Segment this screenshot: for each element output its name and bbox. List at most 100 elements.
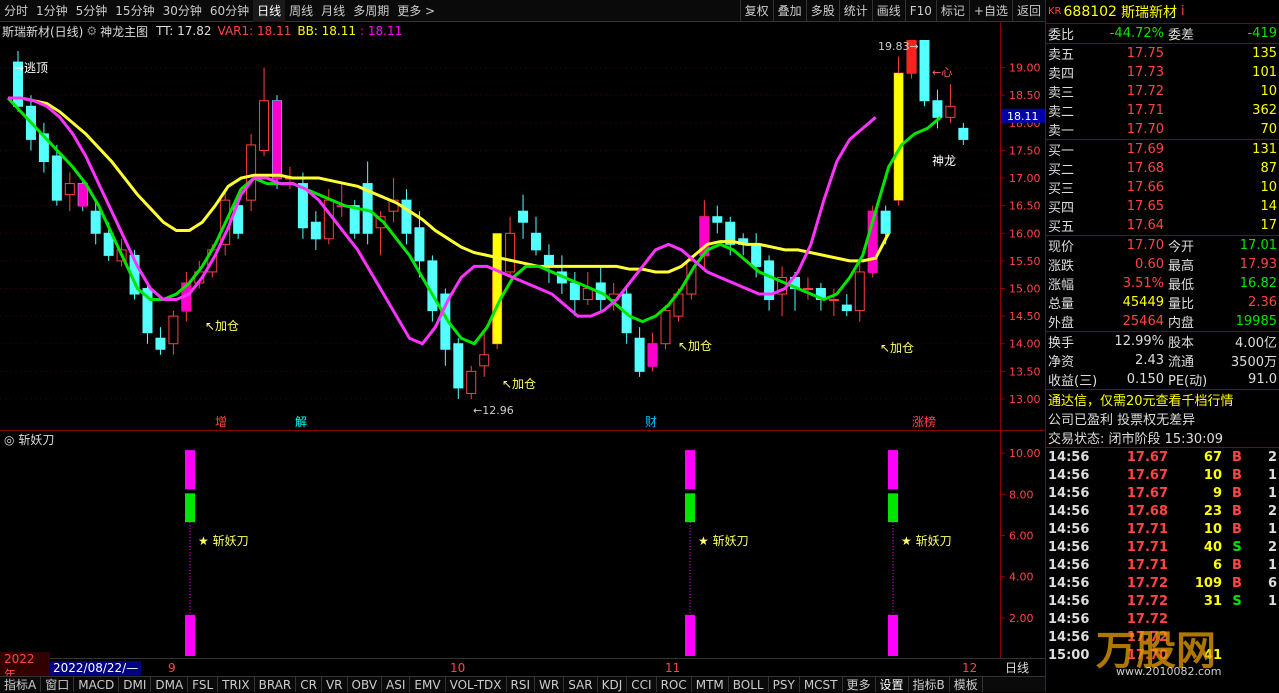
indicator-tab[interactable]: 指标B: [909, 677, 950, 692]
book-row[interactable]: 卖五 17.75 135: [1046, 44, 1279, 63]
tick-row: 14:56 17.71 40 S 2: [1046, 538, 1279, 556]
toolbar-button[interactable]: 统计: [838, 0, 872, 22]
weibi-value: -44.72%: [1109, 26, 1164, 41]
indicator-tab[interactable]: 窗口: [41, 677, 75, 692]
tick-count: 6: [1267, 575, 1277, 591]
indicator-tab[interactable]: VOL-TDX: [446, 677, 507, 692]
highlight-candle: [78, 183, 88, 207]
quote-value: 3.51%: [1122, 276, 1164, 291]
book-row[interactable]: 买三 17.66 10: [1046, 178, 1279, 197]
indicator-tab[interactable]: 更多: [843, 677, 876, 692]
period-tab[interactable]: 更多 >: [393, 0, 439, 22]
tick-side: B: [1232, 503, 1242, 519]
tick-price: 17.71: [1126, 539, 1168, 555]
toolbar-button[interactable]: F10: [904, 0, 936, 22]
month-label: 12: [962, 660, 978, 675]
indicator-tab[interactable]: KDJ: [598, 677, 628, 692]
indicator-tab[interactable]: PSY: [769, 677, 800, 692]
indicator-tab[interactable]: MTM: [692, 677, 729, 692]
period-tab[interactable]: 15分钟: [111, 0, 158, 22]
period-label[interactable]: 日线: [1005, 659, 1029, 676]
sub-indicator-chart[interactable]: ★ 斩妖刀 ★ 斩妖刀 ★ 斩妖刀: [0, 446, 1000, 656]
quote-row: 总量 45449 量比 2.36: [1046, 293, 1279, 312]
indicator-tab[interactable]: ASI: [382, 677, 411, 692]
high-price-label: 19.83→: [878, 40, 919, 53]
period-tab[interactable]: 分时: [0, 0, 32, 22]
period-tab[interactable]: 周线: [285, 0, 317, 22]
book-row[interactable]: 卖一 17.70 70: [1046, 120, 1279, 139]
weibi-label: 委比: [1048, 28, 1075, 43]
indicator-tab[interactable]: MCST: [800, 677, 843, 692]
toolbar-button[interactable]: 复权: [739, 0, 773, 22]
candle-body: [51, 155, 62, 201]
event-label: 增: [215, 415, 227, 429]
candle-body: [64, 183, 75, 196]
stock-code: 688102: [1063, 3, 1117, 20]
quote-value: 45449: [1122, 295, 1164, 310]
indicator-tab[interactable]: BOLL: [729, 677, 769, 692]
toolbar-button[interactable]: 标记: [935, 0, 969, 22]
tick-count: 1: [1267, 467, 1277, 483]
period-tab[interactable]: 30分钟: [159, 0, 206, 22]
book-row[interactable]: 卖二 17.71 362: [1046, 101, 1279, 120]
period-tab[interactable]: 月线: [317, 0, 349, 22]
book-price: 17.64: [1126, 218, 1164, 233]
indicator-tab[interactable]: 设置: [876, 677, 909, 692]
indicator-tab[interactable]: WR: [535, 677, 565, 692]
indicator-tab[interactable]: EMV: [410, 677, 446, 692]
indicator-tab[interactable]: DMA: [151, 677, 189, 692]
indicator-tab[interactable]: BRAR: [255, 677, 297, 692]
period-tab[interactable]: 多周期: [349, 0, 393, 22]
main-kline-chart[interactable]: →逃顶 ↖加仓 ↖加仓 ↖加仓 ↖加仓 19.83→ ←12.96 ←心神龙增 解 财 涨榜: [0, 40, 1000, 430]
book-row[interactable]: 买一 17.69 131: [1046, 140, 1279, 159]
toolbar-button[interactable]: 返回: [1011, 0, 1045, 22]
circle-icon[interactable]: ◎: [4, 433, 14, 447]
period-tab[interactable]: 日线: [253, 0, 286, 22]
tick-count: 1: [1267, 557, 1277, 573]
main-price-axis: 19.0018.5018.0017.5017.0016.5016.0015.50…: [1000, 22, 1045, 430]
indicator-tab[interactable]: 指标A: [0, 677, 42, 692]
candle-body: [155, 337, 166, 350]
toolbar-button[interactable]: 多股: [805, 0, 839, 22]
tick-time: 14:56: [1048, 503, 1090, 519]
indicator-name[interactable]: 神龙主图: [100, 23, 148, 40]
indicator-tab[interactable]: CR: [296, 677, 322, 692]
axis-label: 13.00: [1009, 393, 1041, 406]
book-row[interactable]: 买五 17.64 17: [1046, 216, 1279, 235]
month-label: 9: [168, 660, 176, 675]
toolbar-button[interactable]: +自选: [968, 0, 1012, 22]
book-row[interactable]: 买四 17.65 14: [1046, 197, 1279, 216]
indicator-tab[interactable]: MACD: [74, 677, 120, 692]
info-icon[interactable]: i: [1181, 4, 1185, 19]
period-tab[interactable]: 60分钟: [206, 0, 253, 22]
book-row[interactable]: 买二 17.68 87: [1046, 159, 1279, 178]
notice-line[interactable]: 通达信，仅需20元查看千档行情: [1046, 390, 1279, 409]
gear-icon[interactable]: ⚙: [86, 24, 97, 38]
tick-time: 14:56: [1048, 629, 1090, 645]
period-tab[interactable]: 5分钟: [72, 0, 112, 22]
indicator-tab[interactable]: ROC: [657, 677, 692, 692]
book-row[interactable]: 卖三 17.72 10: [1046, 82, 1279, 101]
period-tab[interactable]: 1分钟: [32, 0, 72, 22]
tick-count: 1: [1267, 485, 1277, 501]
indicator-tab[interactable]: 模板: [950, 677, 983, 692]
indicator-tab[interactable]: DMI: [119, 677, 152, 692]
axis-label: 15.00: [1009, 283, 1041, 296]
indicator-tab[interactable]: VR: [322, 677, 348, 692]
sub-value-axis: 10.00 8.00 6.00 4.00 2.00: [1000, 430, 1045, 658]
tick-side: B: [1232, 557, 1242, 573]
indicator-tab[interactable]: OBV: [348, 677, 383, 692]
indicator-tab[interactable]: FSL: [188, 677, 219, 692]
candle-body: [660, 310, 671, 345]
book-row[interactable]: 卖四 17.73 101: [1046, 63, 1279, 82]
candle-body: [634, 337, 645, 372]
indicator-tab[interactable]: RSI: [507, 677, 536, 692]
indicator-tab[interactable]: TRIX: [218, 677, 255, 692]
toolbar-button[interactable]: 叠加: [772, 0, 806, 22]
quote-value: 16.82: [1239, 276, 1277, 291]
indicator-tab[interactable]: CCI: [627, 677, 657, 692]
extra-value: : 18.11: [360, 24, 403, 38]
toolbar-button[interactable]: 画线: [871, 0, 905, 22]
signal-bar-bottom: [185, 614, 195, 656]
indicator-tab[interactable]: SAR: [564, 677, 598, 692]
